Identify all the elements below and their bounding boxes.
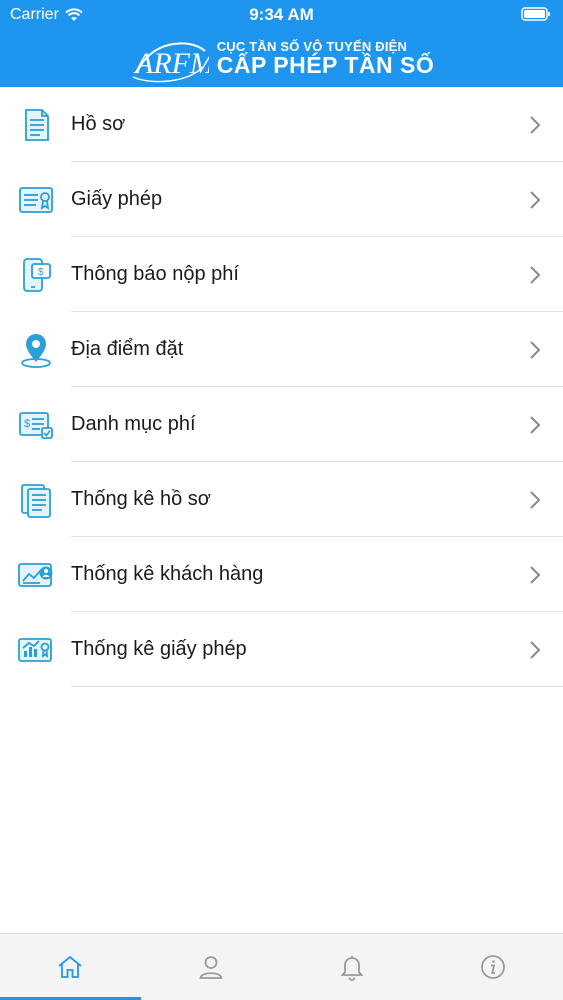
customer-stats-icon: [0, 555, 71, 595]
menu-item-giay-phep[interactable]: Giấy phép: [0, 162, 563, 237]
tab-notifications[interactable]: [282, 934, 423, 1000]
brand-text: CỤC TẦN SỐ VÔ TUYẾN ĐIỆN CẤP PHÉP TẦN SỐ: [216, 39, 435, 79]
menu-item-danh-muc-phi[interactable]: $ Danh mục phí: [0, 387, 563, 462]
menu-item-thong-ke-ho-so[interactable]: Thống kê hồ sơ: [0, 462, 563, 537]
tab-info[interactable]: [422, 934, 563, 1000]
menu-label: Địa điểm đặt: [71, 338, 184, 360]
chevron-right-icon: [501, 640, 541, 660]
menu-item-thong-ke-khach-hang[interactable]: Thống kê khách hàng: [0, 537, 563, 612]
main-menu: Hồ sơ Giấy phép $ Thông báo nộp phí Địa …: [0, 87, 563, 687]
menu-label: Giấy phép: [71, 188, 163, 210]
brand-banner: ARFM CỤC TẦN SỐ VÔ TUYẾN ĐIỆN CẤP PHÉP T…: [0, 30, 563, 87]
info-icon: [480, 955, 505, 979]
menu-item-thong-ke-giay-phep[interactable]: Thống kê giấy phép: [0, 612, 563, 687]
license-stats-icon: [0, 630, 71, 670]
chevron-right-icon: [501, 115, 541, 135]
tab-profile[interactable]: [141, 934, 282, 1000]
arfm-logo-icon: ARFM: [132, 41, 209, 82]
menu-label: Danh mục phí: [71, 413, 196, 435]
bell-icon: [340, 956, 364, 981]
menu-label: Thông báo nộp phí: [71, 263, 239, 285]
tab-home[interactable]: [0, 934, 141, 1000]
app-header: Carrier 9:34 AM ARFM CỤC TẦN SỐ VÔ TUYẾN…: [0, 0, 563, 87]
brand-title: CẤP PHÉP TẦN SỐ: [216, 52, 435, 79]
user-icon: [199, 956, 223, 979]
menu-item-dia-diem-dat[interactable]: Địa điểm đặt: [0, 312, 563, 387]
chevron-right-icon: [501, 415, 541, 435]
menu-item-thong-bao-nop-phi[interactable]: $ Thông báo nộp phí: [0, 237, 563, 312]
chevron-right-icon: [501, 190, 541, 210]
chevron-right-icon: [501, 340, 541, 360]
svg-text:$: $: [38, 267, 44, 278]
home-icon: [58, 955, 82, 978]
status-time: 9:34 AM: [249, 5, 314, 24]
battery-icon: [521, 7, 551, 26]
chevron-right-icon: [501, 265, 541, 285]
fee-list-icon: $: [0, 405, 71, 445]
svg-text:$: $: [24, 418, 30, 430]
chevron-right-icon: [501, 490, 541, 510]
status-bar: Carrier 9:34 AM: [0, 0, 563, 30]
svg-text:ARFM: ARFM: [133, 47, 209, 80]
license-icon: [0, 180, 71, 220]
tab-bar: [0, 933, 563, 1000]
location-pin-icon: [0, 330, 71, 370]
menu-item-ho-so[interactable]: Hồ sơ: [0, 87, 563, 162]
menu-label: Thống kê khách hàng: [71, 563, 264, 585]
menu-label: Hồ sơ: [71, 113, 126, 135]
document-icon: [0, 105, 71, 145]
menu-label: Thống kê giấy phép: [71, 638, 247, 660]
documents-stats-icon: [0, 480, 71, 520]
phone-payment-icon: $: [0, 255, 71, 295]
menu-label: Thống kê hồ sơ: [71, 488, 211, 510]
chevron-right-icon: [501, 565, 541, 585]
